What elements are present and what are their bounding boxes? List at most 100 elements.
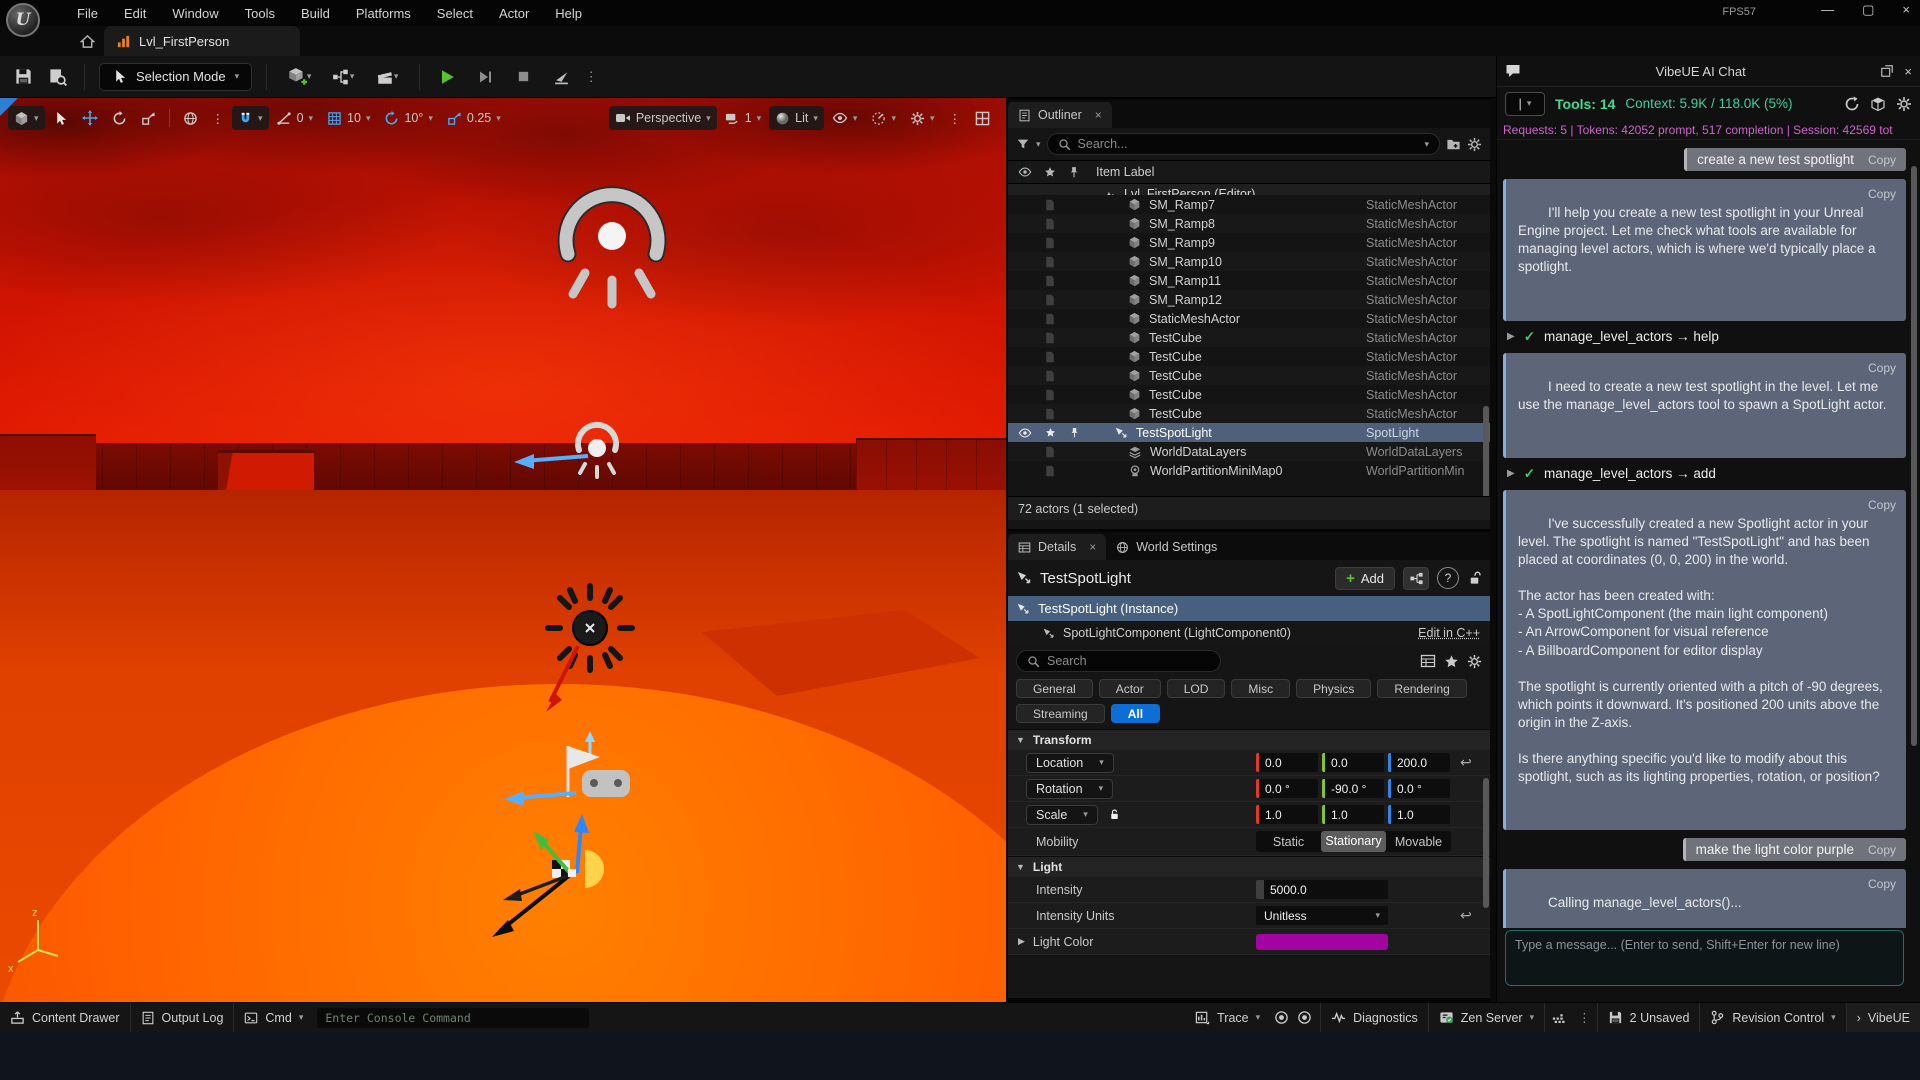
save-button[interactable] (6, 62, 40, 92)
outliner-row[interactable]: StaticMeshActorStaticMeshActor (1008, 309, 1490, 328)
details-scrollbar[interactable] (1483, 778, 1489, 908)
outliner-row[interactable]: SM_Ramp8StaticMeshActor (1008, 214, 1490, 233)
model-selector-button[interactable]: |▾ (1505, 92, 1545, 116)
filter-chip-all[interactable]: All (1111, 704, 1160, 723)
light-color-swatch[interactable] (1256, 934, 1388, 950)
chat-input-box[interactable] (1505, 930, 1904, 986)
filter-chip-actor[interactable]: Actor (1099, 679, 1161, 698)
zen-server-dropdown[interactable]: Zen Server ▾ (1429, 1003, 1544, 1033)
chat-message-list[interactable]: create a new test spotlight Copy I'll he… (1503, 144, 1906, 928)
scale-dropdown[interactable]: Scale▾ (1026, 805, 1098, 825)
help-button[interactable]: ? (1437, 567, 1459, 589)
visibility-column-eye-icon[interactable] (1018, 165, 1032, 179)
outliner-row[interactable]: WorldDataLayersWorldDataLayers (1008, 442, 1490, 461)
home-icon[interactable] (76, 31, 98, 51)
pin-icon[interactable] (1069, 427, 1080, 438)
frame-skip-button[interactable] (468, 62, 502, 92)
revision-control-dropdown[interactable]: Revision Control ▾ (1700, 1003, 1845, 1033)
rotate-tool-button[interactable] (106, 106, 133, 130)
outliner-row[interactable]: TestCubeStaticMeshActor (1008, 404, 1490, 423)
outliner-tab[interactable]: Outliner × (1008, 102, 1112, 128)
menu-window[interactable]: Window (159, 2, 231, 25)
add-component-button[interactable]: + Add (1335, 567, 1395, 590)
select-tool-button[interactable] (47, 106, 74, 130)
details-tab[interactable]: Details × (1008, 534, 1106, 560)
launch-button[interactable] (544, 62, 578, 92)
drag-handle[interactable] (1256, 880, 1264, 899)
filter-chevron-icon[interactable]: ▾ (1036, 140, 1041, 149)
copy-button[interactable]: Copy (1868, 876, 1896, 892)
level-viewport[interactable]: z x ▾ ⋮ ▾ 0▾ (0, 98, 1006, 1002)
menu-file[interactable]: File (64, 2, 111, 25)
reset-units-icon[interactable]: ↩ (1460, 907, 1472, 924)
maximize-viewport-button[interactable] (969, 106, 996, 130)
outliner-row[interactable]: TestCubeStaticMeshActor (1008, 366, 1490, 385)
grid-status-button[interactable] (1545, 1003, 1572, 1033)
favorite-column-star-icon[interactable] (1044, 166, 1056, 178)
mobility-static-option[interactable]: Static (1256, 835, 1321, 849)
location-x-field[interactable]: 0.0 (1256, 753, 1318, 772)
rotation-y-field[interactable]: -90.0 ° (1322, 779, 1384, 798)
location-z-field[interactable]: 200.0 (1388, 753, 1450, 772)
close-icon[interactable]: × (1089, 540, 1096, 554)
menu-build[interactable]: Build (288, 2, 343, 25)
transform-section-header[interactable]: ▼ Transform (1008, 729, 1490, 750)
chat-input-field[interactable] (1515, 938, 1894, 978)
outliner-row[interactable]: TestCubeStaticMeshActor (1008, 347, 1490, 366)
reset-location-icon[interactable]: ↩ (1460, 754, 1472, 771)
copy-button[interactable]: Copy (1868, 360, 1896, 376)
scale-y-field[interactable]: 1.0 (1322, 805, 1384, 824)
star-icon[interactable] (1045, 427, 1056, 438)
expand-triangle-icon[interactable]: ▶ (1507, 468, 1515, 479)
scale-x-field[interactable]: 1.0 (1256, 805, 1318, 824)
outliner-row[interactable]: SM_Ramp7StaticMeshActor (1008, 195, 1490, 214)
rotation-snap-dropdown[interactable]: 10°▾ (378, 106, 438, 130)
world-settings-tab[interactable]: World Settings (1106, 534, 1227, 560)
light-section-header[interactable]: ▼ Light (1008, 856, 1490, 877)
outliner-row[interactable]: SM_Ramp10StaticMeshActor (1008, 252, 1490, 271)
filter-chip-misc[interactable]: Misc (1231, 679, 1290, 698)
trace-record-button[interactable] (1270, 1003, 1293, 1033)
display-options-icon[interactable] (1420, 653, 1436, 669)
filter-chip-lod[interactable]: LOD (1167, 679, 1226, 698)
mobility-movable-option[interactable]: Movable (1386, 835, 1451, 849)
outliner-row[interactable]: WorldPartitionMiniMap0WorldPartitionMin (1008, 461, 1490, 480)
pin-column-icon[interactable] (1068, 166, 1080, 178)
selection-mode-dropdown[interactable]: Selection Mode ▾ (99, 63, 252, 91)
show-flags-dropdown[interactable]: ▾ (826, 106, 864, 130)
menu-help[interactable]: Help (542, 2, 595, 25)
outliner-settings-gear-icon[interactable] (1467, 137, 1482, 152)
filter-chip-rendering[interactable]: Rendering (1377, 679, 1466, 698)
maximize-button[interactable]: ▢ (1862, 2, 1874, 18)
menu-platforms[interactable]: Platforms (343, 2, 424, 25)
edit-in-cpp-link[interactable]: Edit in C++ (1418, 626, 1480, 640)
menu-tools[interactable]: Tools (232, 2, 288, 25)
intensity-field[interactable]: 5000.0 (1256, 880, 1388, 899)
filter-icon[interactable] (1016, 137, 1030, 151)
viewport-selection-mode-dropdown[interactable]: ▾ (8, 106, 45, 130)
move-tool-button[interactable] (76, 106, 104, 130)
scale-z-field[interactable]: 1.0 (1388, 805, 1450, 824)
filter-chip-physics[interactable]: Physics (1296, 679, 1371, 698)
menu-select[interactable]: Select (424, 2, 486, 25)
surface-snapping-dropdown[interactable]: ▾ (232, 106, 269, 130)
console-command-input[interactable] (325, 1011, 581, 1025)
camera-mode-dropdown[interactable]: Perspective▾ (609, 106, 717, 130)
console-command-box[interactable] (317, 1008, 589, 1028)
mobility-stationary-option[interactable]: Stationary (1321, 831, 1386, 852)
item-label-column-header[interactable]: Item Label (1096, 165, 1154, 179)
play-button[interactable] (430, 62, 464, 92)
location-dropdown[interactable]: Location▾ (1026, 753, 1114, 773)
close-icon[interactable]: × (1095, 108, 1102, 122)
menu-actor[interactable]: Actor (486, 2, 542, 25)
world-local-toggle[interactable] (177, 106, 204, 130)
popout-icon[interactable] (1880, 64, 1894, 78)
viewport-options-icon[interactable]: ⋮ (943, 106, 968, 130)
tool-call-row[interactable]: ▶ ✓ manage_level_actors → add (1503, 466, 1906, 482)
play-options-icon[interactable]: ⋮ (582, 62, 600, 92)
outliner-search[interactable]: ▾ (1047, 133, 1440, 155)
actor-snap-dropdown[interactable]: 0▾ (271, 106, 319, 130)
intensity-units-dropdown[interactable]: Unitless▾ (1256, 906, 1388, 925)
scale-snap-dropdown[interactable]: 0.25▾ (441, 106, 507, 130)
rotation-x-field[interactable]: 0.0 ° (1256, 779, 1318, 798)
